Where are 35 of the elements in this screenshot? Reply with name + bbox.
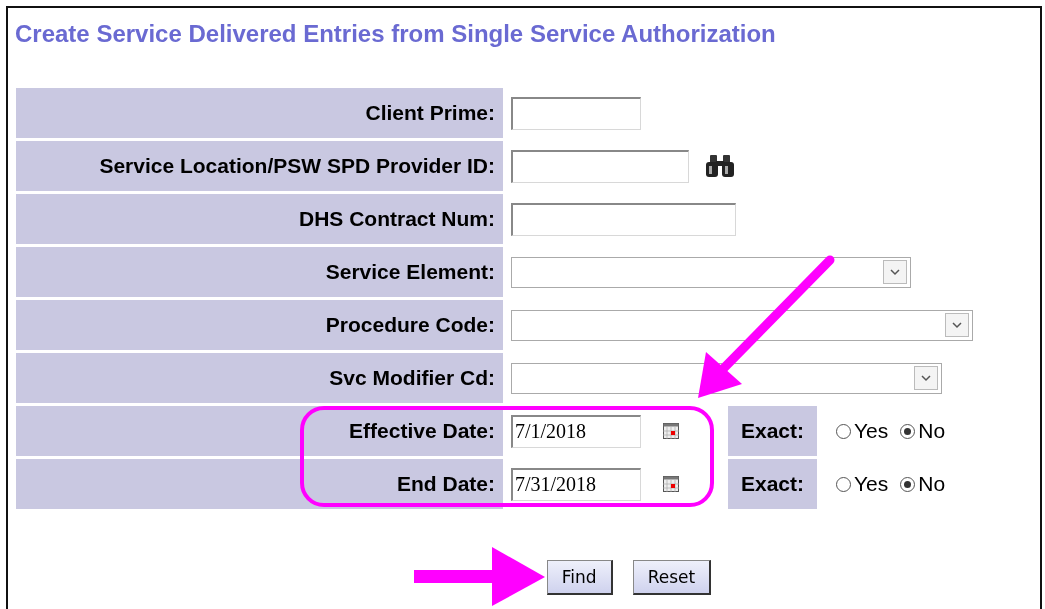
radio-label: Yes	[854, 472, 889, 496]
calendar-icon[interactable]	[663, 423, 679, 439]
caret-icon	[945, 313, 969, 337]
radio-button[interactable]	[836, 423, 851, 439]
field-label: Procedure Code:	[16, 300, 503, 350]
caret-icon	[914, 366, 938, 390]
field-label: Effective Date:	[16, 406, 503, 456]
field-label: Exact:	[728, 459, 817, 509]
calendar-icon[interactable]	[663, 476, 679, 492]
page-title: Create Service Delivered Entries from Single Service Authorization	[14, 19, 777, 49]
date-field[interactable]: 7/31/2018	[511, 467, 641, 501]
field-label: Exact:	[728, 406, 817, 456]
field-label: End Date:	[16, 459, 503, 509]
binoculars-icon[interactable]	[705, 154, 735, 178]
field-label: DHS Contract Num:	[16, 194, 503, 244]
field-label: Svc Modifier Cd:	[16, 353, 503, 403]
field-label: Service Location/PSW SPD Provider ID:	[16, 141, 503, 191]
date-field[interactable]: 7/1/2018	[511, 414, 641, 448]
action-button[interactable]: Reset	[632, 560, 712, 595]
caret-icon	[883, 260, 907, 284]
radio-label: No	[918, 472, 946, 496]
input-field[interactable]	[511, 149, 689, 183]
input-field[interactable]	[511, 202, 736, 236]
action-button[interactable]: Find	[546, 560, 613, 595]
radio-button[interactable]	[900, 476, 916, 492]
radio-button[interactable]	[836, 476, 851, 492]
dropdown[interactable]	[511, 362, 942, 394]
input-field[interactable]	[511, 96, 641, 130]
radio-button[interactable]	[900, 423, 916, 439]
field-label: Client Prime:	[16, 88, 503, 138]
field-label: Service Element:	[16, 247, 503, 297]
dropdown[interactable]	[511, 309, 973, 341]
radio-label: No	[918, 419, 946, 443]
radio-label: Yes	[854, 419, 889, 443]
dropdown[interactable]	[511, 256, 911, 288]
